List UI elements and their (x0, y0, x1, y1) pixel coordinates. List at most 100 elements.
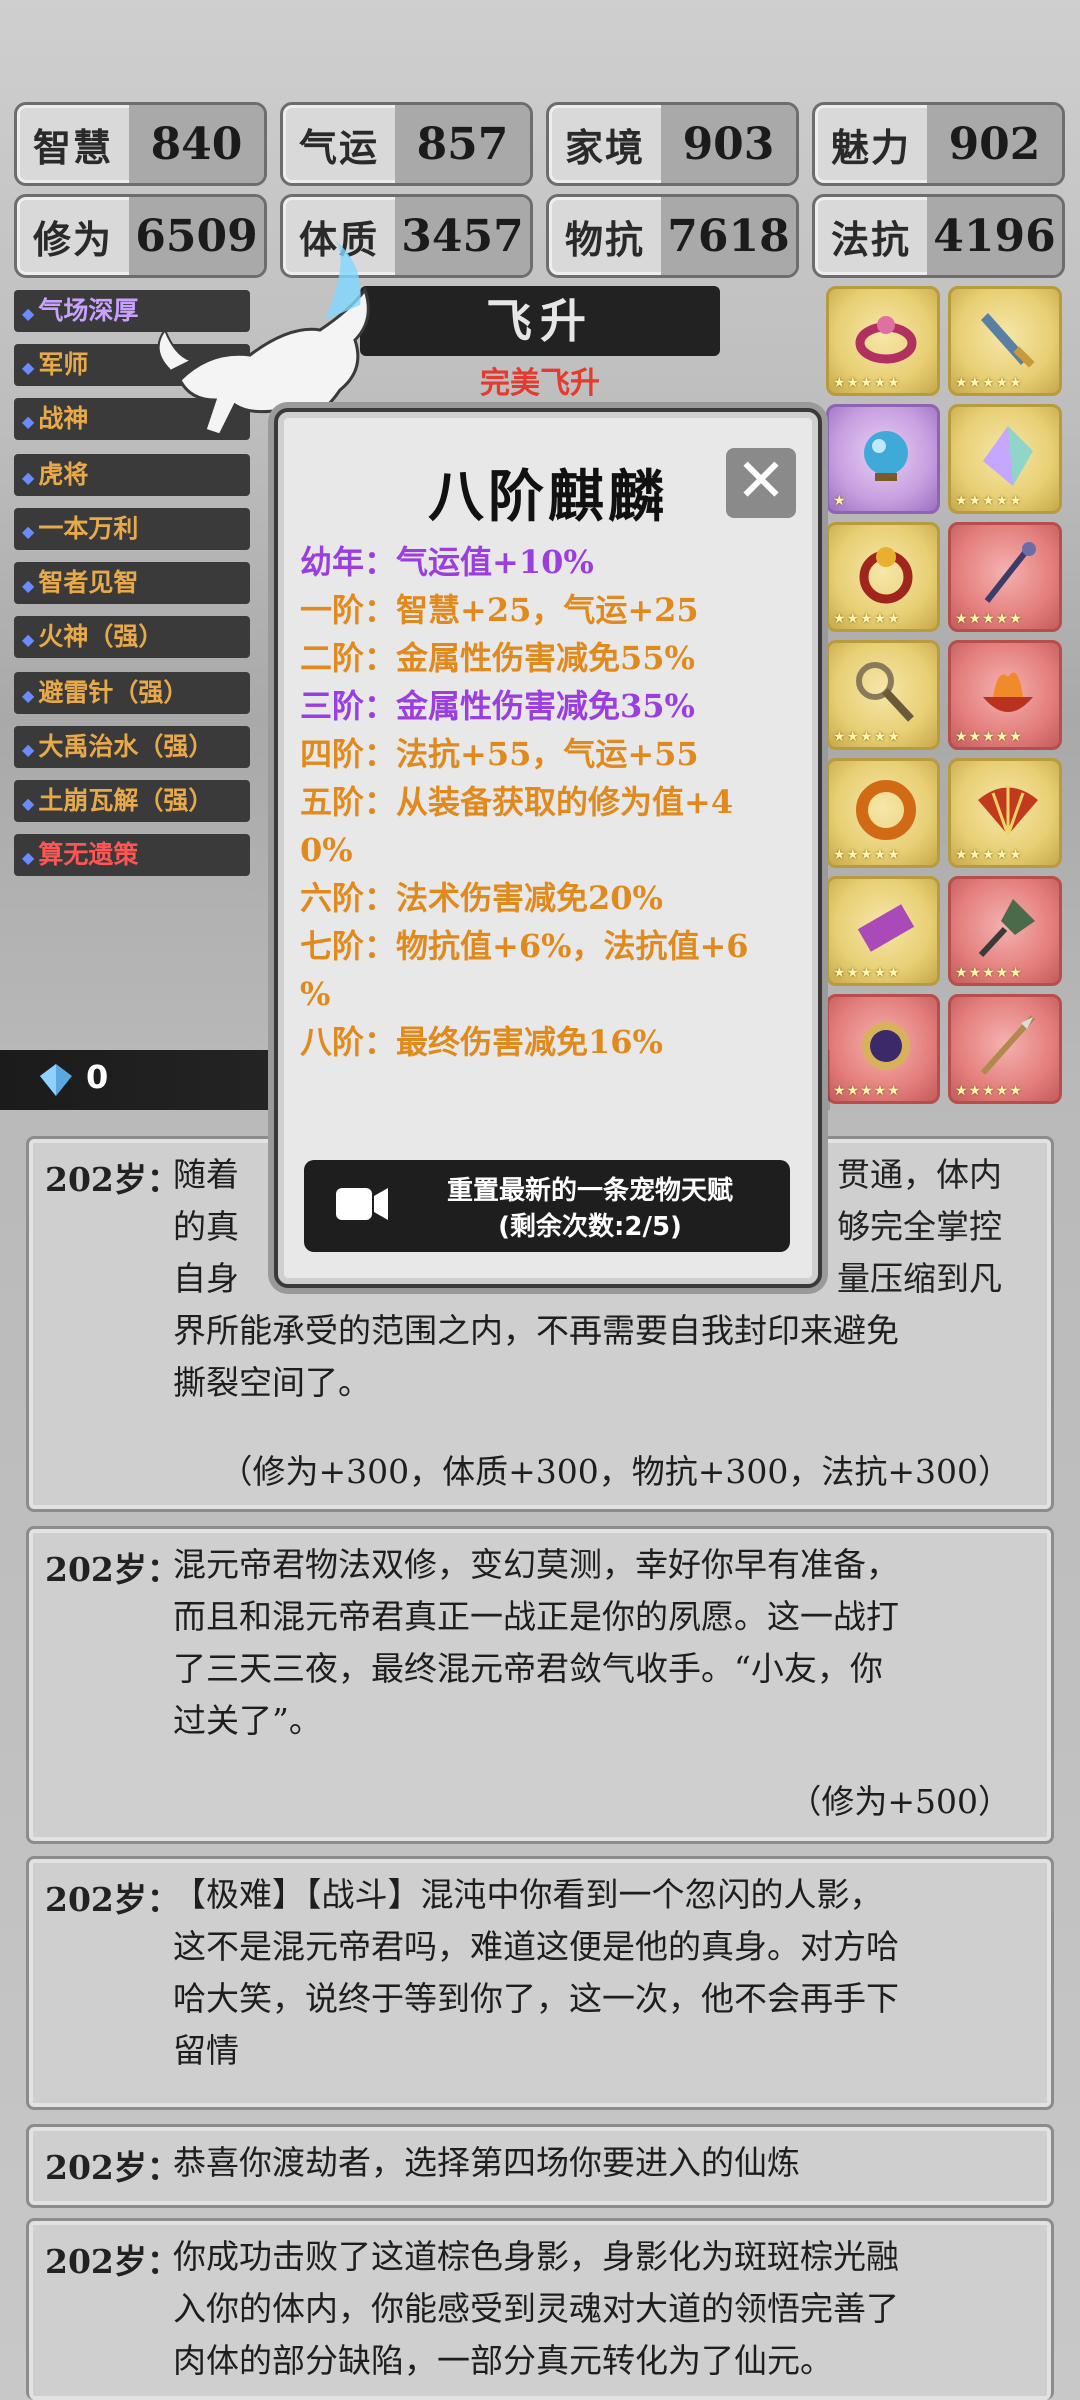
stat-value: 903 (661, 105, 796, 183)
stat-label: 物抗 (564, 216, 645, 262)
diamond-icon: ◆ (22, 358, 35, 377)
event-age: 202岁： (45, 2148, 180, 2187)
equip-slot-ring[interactable]: ★★★★★ (826, 522, 940, 632)
sword-hilt-icon (981, 313, 1035, 368)
bracelet-icon (855, 316, 917, 364)
event-text: 混元帝君物法双修，变幻莫测，幸好你早有准备， 而且和混元帝君真正一战正是你的夙愿… (173, 1545, 899, 1740)
stat-wisdom: 智慧 840 (14, 102, 267, 186)
equip-slot-scroll[interactable]: ★★★★★ (826, 876, 940, 986)
star-rating: ★★★★★ (833, 1083, 901, 1099)
trait-line: 五阶：从装备获取的修为值+4 (300, 783, 734, 821)
event-reward: （修为+300，体质+300，物抗+300，法抗+300） (219, 1452, 1011, 1491)
stat-label: 智慧 (32, 124, 113, 170)
spear-icon (980, 1015, 1036, 1075)
trait-line: 六阶：法术伤害减免20% (300, 879, 663, 917)
talent-label: 虎将 (38, 460, 89, 489)
diamond-icon: ◆ (22, 412, 35, 431)
trait-line: 三阶：金属性伤害减免35% (300, 687, 695, 725)
stat-magic-resist: 法抗 4196 (812, 194, 1065, 278)
talent-label: 大禹治水（强） (38, 732, 214, 761)
spade-icon (978, 899, 1035, 958)
star-rating: ★★★★★ (955, 965, 1023, 981)
star-rating: ★★★★★ (955, 375, 1023, 391)
stat-value: 902 (927, 105, 1062, 183)
star-rating: ★★★★★ (833, 611, 901, 627)
equip-slot-gold-ring[interactable]: ★★★★★ (826, 758, 940, 868)
event-age: 202岁： (45, 2242, 180, 2281)
stat-label: 魅力 (830, 124, 911, 170)
equip-slot-spade[interactable]: ★★★★★ (948, 876, 1062, 986)
gold-ring-icon (856, 780, 916, 840)
trait-line: 二阶：金属性伤害减免55% (300, 639, 695, 677)
stat-family: 家境 903 (546, 102, 799, 186)
stat-label: 法抗 (830, 216, 911, 262)
equip-slot-orb[interactable]: ★ (826, 404, 940, 514)
equip-slot-scepter[interactable]: ★★★★★ (826, 640, 940, 750)
equip-slot-sword[interactable]: ★★★★★ (948, 286, 1062, 396)
equip-slot-flame-bowl[interactable]: ★★★★★ (948, 640, 1062, 750)
stat-value: 857 (395, 105, 530, 183)
talent-item[interactable]: ◆ 大禹治水（强） (14, 726, 250, 768)
ascension-subtitle: 完美飞升 (480, 366, 600, 401)
stat-value: 7618 (661, 197, 796, 275)
trait-line: 0% (300, 831, 353, 869)
stat-value: 840 (129, 105, 264, 183)
pet-talent-modal: 八阶麒麟 ✕ 幼年：气运值+10% 一阶：智慧+25，气运+25 二阶：金属性伤… (274, 408, 822, 1288)
star-rating: ★★★★★ (833, 375, 901, 391)
talent-label: 气场深厚 (38, 296, 139, 325)
diamond-icon: ◆ (22, 740, 35, 759)
talent-item[interactable]: ◆ 一本万利 (14, 508, 250, 550)
stat-label: 家境 (564, 124, 645, 170)
talent-item[interactable]: ◆ 土崩瓦解（强） (14, 780, 250, 822)
orb-icon (864, 431, 908, 481)
flame-bowl-icon (983, 672, 1033, 712)
event-card: 202岁： 混元帝君物法双修，变幻莫测，幸好你早有准备， 而且和混元帝君真正一战… (26, 1526, 1054, 1844)
talent-label: 军师 (38, 350, 89, 379)
talent-item[interactable]: ◆ 智者见智 (14, 562, 250, 604)
talent-label: 避雷针（强） (38, 678, 189, 707)
stat-value: 4196 (927, 197, 1062, 275)
stat-charm: 魅力 902 (812, 102, 1065, 186)
trait-list: 幼年：气运值+10% 一阶：智慧+25，气运+25 二阶：金属性伤害减免55% … (300, 538, 810, 1066)
star-rating: ★★★★★ (955, 611, 1023, 627)
reset-label: 重置最新的一条宠物天赋 (446, 1176, 733, 1206)
trait-line: 八阶：最终伤害减免16% (300, 1023, 663, 1061)
star-rating: ★ (833, 493, 847, 509)
talent-item[interactable]: ◆ 算无遗策 (14, 834, 250, 876)
diamond-icon: ◆ (22, 522, 35, 541)
video-icon (336, 1188, 388, 1220)
star-rating: ★★★★★ (955, 1083, 1023, 1099)
talent-item[interactable]: ◆ 避雷针（强） (14, 672, 250, 714)
star-rating: ★★★★★ (833, 965, 901, 981)
ascension-banner: 飞升 (360, 286, 720, 356)
equip-slot-fan[interactable]: ★★★★★ (948, 758, 1062, 868)
scepter-icon (856, 662, 914, 722)
stat-luck: 气运 857 (280, 102, 533, 186)
star-rating: ★★★★★ (955, 729, 1023, 745)
equip-slot-spear[interactable]: ★★★★★ (948, 994, 1062, 1104)
mirror-icon (862, 1022, 910, 1070)
staff-icon (984, 542, 1036, 603)
reset-talent-button[interactable]: 重置最新的一条宠物天赋 (剩余次数:2/5) (304, 1160, 790, 1252)
event-text: 你成功击败了这道棕色身影，身影化为斑斑棕光融 入你的体内，你能感受到灵魂对大道的… (173, 2237, 899, 2380)
talent-item[interactable]: ◆ 虎将 (14, 454, 250, 496)
talent-item[interactable]: ◆ 火神（强） (14, 616, 250, 658)
diamond-icon: ◆ (22, 576, 35, 595)
close-button[interactable]: ✕ (726, 448, 796, 518)
event-card: 202岁： 恭喜你渡劫者，选择第四场你要进入的仙炼 (26, 2124, 1054, 2208)
talent-label: 火神（强） (38, 622, 164, 651)
trait-line: 幼年：气运值+10% (300, 543, 594, 581)
equip-slot-bracelet[interactable]: ★★★★★ (826, 286, 940, 396)
event-text: 【极难】【战斗】混沌中你看到一个忽闪的人影， 这不是混元帝君吗，难道这便是他的真… (173, 1875, 899, 2070)
diamond-icon: ◆ (22, 686, 35, 705)
stat-value: 3457 (395, 197, 530, 275)
equip-slot-mirror[interactable]: ★★★★★ (826, 994, 940, 1104)
event-text: 恭喜你渡劫者，选择第四场你要进入的仙炼 (173, 2143, 800, 2182)
crystal-icon (983, 426, 1033, 486)
stat-label: 修为 (32, 216, 113, 262)
event-reward: （修为+500） (788, 1782, 1011, 1821)
equip-slot-crystal[interactable]: ★★★★★ (948, 404, 1062, 514)
equip-slot-staff[interactable]: ★★★★★ (948, 522, 1062, 632)
ring-icon (859, 547, 913, 604)
stat-label: 气运 (298, 124, 379, 170)
